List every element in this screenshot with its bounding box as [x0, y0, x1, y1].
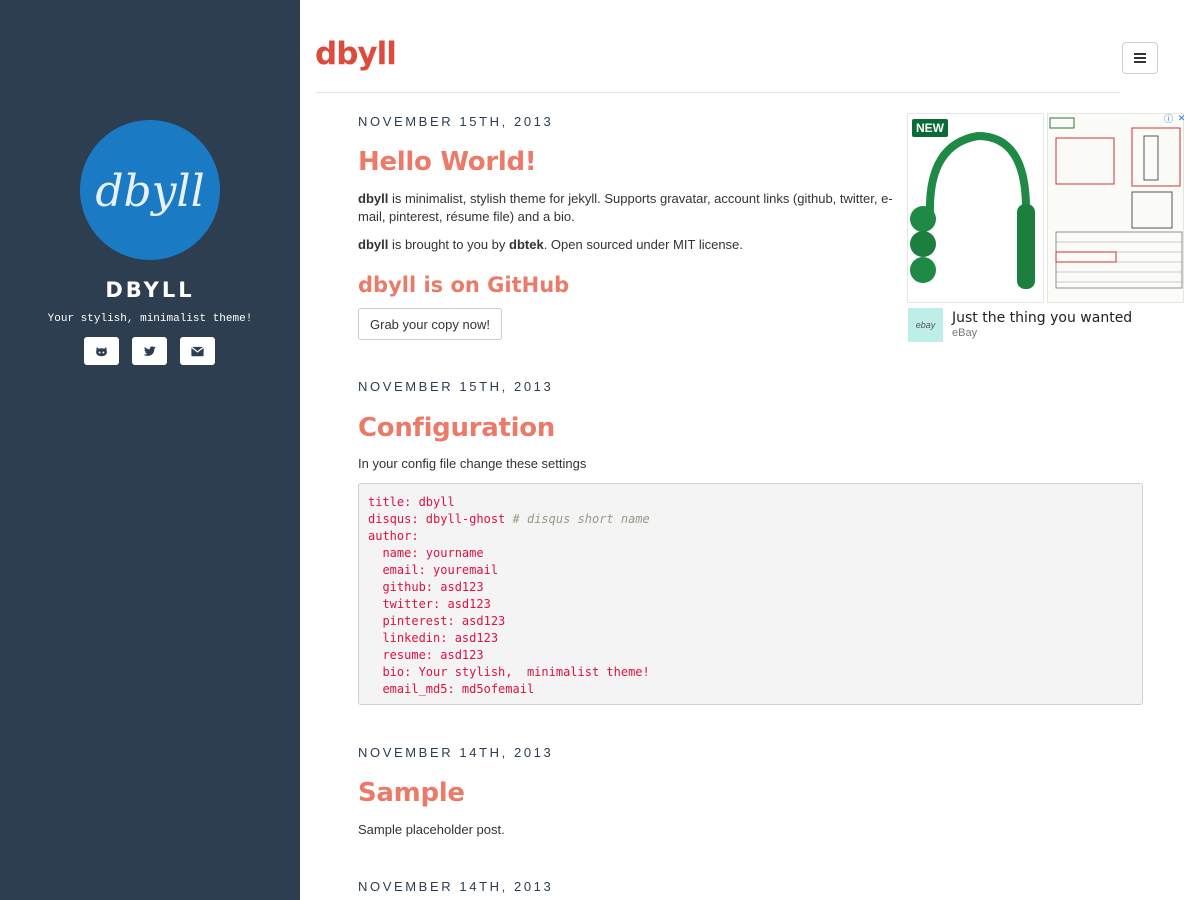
- ad-choices[interactable]: ⓘ ✕: [1163, 113, 1187, 124]
- ebay-logo: ebay: [908, 308, 943, 342]
- code-line: name: yourname: [368, 546, 484, 560]
- ad-product-image[interactable]: [1047, 113, 1184, 303]
- ad-close-icon[interactable]: ✕: [1176, 113, 1187, 124]
- advertisement[interactable]: NEW ⓘ ✕ ebay Just the thing you wanted e…: [907, 113, 1187, 345]
- avatar[interactable]: dbyll: [80, 120, 220, 260]
- email-button[interactable]: [180, 337, 215, 365]
- code-line: title: dbyll: [368, 495, 455, 509]
- menu-toggle-button[interactable]: [1122, 42, 1158, 74]
- github-button[interactable]: [84, 337, 119, 365]
- code-line-text: disqus: dbyll-ghost: [368, 512, 506, 526]
- code-comment: # disqus short name: [512, 512, 650, 526]
- resistance-band-image: [910, 131, 1035, 289]
- hamburger-icon: [1134, 53, 1146, 63]
- post-date: NOVEMBER 14TH, 2013: [358, 879, 554, 894]
- envelope-icon: [191, 346, 204, 356]
- code-line: pinterest: asd123: [368, 614, 506, 628]
- bold-text: dbyll: [358, 237, 389, 252]
- paragraph-text: is minimalist, stylish theme for jekyll.…: [358, 191, 893, 224]
- code-line: email_md5: md5ofemail: [368, 682, 535, 696]
- twitter-icon: [143, 345, 157, 356]
- code-line: resume: asd123: [368, 648, 484, 662]
- author-link[interactable]: dbtek: [509, 237, 544, 252]
- code-line: linkedin: asd123: [368, 631, 499, 645]
- site-name[interactable]: DBYLL: [0, 278, 300, 302]
- paragraph-text: is brought to you by: [388, 237, 510, 252]
- post-title[interactable]: Sample: [358, 778, 465, 808]
- post-paragraph: In your config file change these setting…: [358, 456, 587, 471]
- post-subheading: dbyll is on GitHub: [358, 273, 570, 297]
- post-date: NOVEMBER 15TH, 2013: [358, 379, 554, 394]
- post-date: NOVEMBER 14TH, 2013: [358, 745, 554, 760]
- code-line: twitter: asd123: [368, 597, 491, 611]
- sidebar: dbyll DBYLL Your stylish, minimalist the…: [0, 0, 300, 900]
- code-line: email: youremail: [368, 563, 499, 577]
- post-title[interactable]: Configuration: [358, 413, 555, 443]
- svg-text:dbyll: dbyll: [95, 166, 204, 217]
- avatar-logo: dbyll: [80, 120, 220, 260]
- code-line: author:: [368, 529, 419, 543]
- ad-title[interactable]: Just the thing you wanted: [952, 310, 1132, 326]
- post-date: NOVEMBER 15TH, 2013: [358, 114, 554, 129]
- github-icon: [96, 346, 107, 356]
- social-links: [84, 337, 215, 365]
- tagline: Your stylish, minimalist theme!: [47, 313, 253, 325]
- post-paragraph: dbyll is minimalist, stylish theme for j…: [358, 190, 906, 226]
- code-line: github: asd123: [368, 580, 484, 594]
- twitter-button[interactable]: [132, 337, 167, 365]
- ad-source: eBay: [952, 327, 978, 339]
- code-line: disqus: dbyll-ghost # disqus short name: [368, 511, 1133, 528]
- paragraph-text: . Open sourced under MIT license.: [543, 237, 743, 252]
- code-block: title: dbyll disqus: dbyll-ghost # disqus…: [358, 483, 1143, 705]
- ad-info-icon[interactable]: ⓘ: [1163, 113, 1174, 124]
- ad-product-image[interactable]: NEW: [907, 113, 1044, 303]
- code-line: bio: Your stylish, minimalist theme!: [368, 665, 650, 679]
- bold-text: dbyll: [358, 191, 389, 206]
- hinge-spec-sheet-image: [1049, 117, 1183, 289]
- grab-copy-button[interactable]: Grab your copy now!: [358, 308, 502, 340]
- post-paragraph: Sample placeholder post.: [358, 822, 505, 837]
- post-paragraph: dbyll is brought to you by dbtek. Open s…: [358, 236, 906, 254]
- header-divider: [315, 92, 1120, 93]
- new-badge: NEW: [912, 119, 948, 137]
- post-title[interactable]: Hello World!: [358, 147, 537, 177]
- site-brand[interactable]: dbyll: [315, 36, 397, 72]
